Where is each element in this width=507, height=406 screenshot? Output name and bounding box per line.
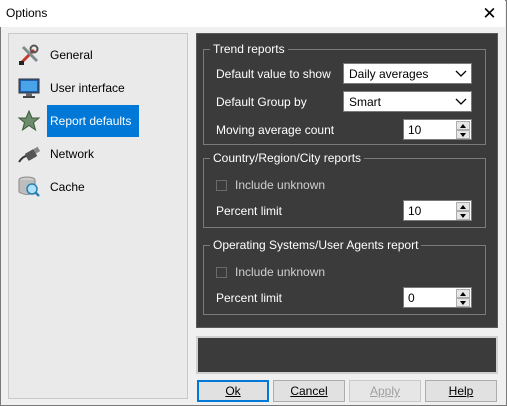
ok-button-label: Ok [225,384,241,398]
country-percent-limit-stepper[interactable]: 10 [403,200,472,221]
default-group-label: Default Group by [216,95,307,109]
help-button[interactable]: Help [425,380,497,402]
nav-item-user-interface[interactable]: User interface [9,72,187,104]
stepper-buttons [456,121,470,139]
database-search-icon [18,176,40,197]
apply-button-label: Apply [369,384,401,398]
tools-icon [19,44,39,65]
close-icon[interactable]: ✕ [474,0,505,27]
nav-item-network[interactable]: Network [9,138,187,170]
decrement-button[interactable] [456,211,470,220]
ok-button[interactable]: Ok [197,380,269,402]
apply-button[interactable]: Apply [349,380,421,402]
nav-label-cache: Cache [50,180,85,194]
moving-average-stepper[interactable]: 10 [403,119,472,140]
category-list: General User interface Report defaults N… [8,33,188,399]
nav-item-cache[interactable]: Cache [9,171,187,203]
country-percent-limit-label: Percent limit [216,204,283,218]
title-bar: Options ✕ [0,0,505,27]
trend-reports-legend: Trend reports [210,42,288,56]
description-box [196,336,498,374]
nav-label-network: Network [50,147,95,161]
country-reports-legend: Country/Region/City reports [210,151,365,165]
decrement-button[interactable] [456,298,470,307]
help-button-label: Help [448,384,474,398]
report-defaults-panel: Trend reports Default value to show Dail… [196,33,498,328]
stepper-buttons [456,289,470,307]
nav-label-general: General [50,48,93,62]
nav-item-report-defaults[interactable]: Report defaults [9,105,187,137]
default-value-select[interactable]: Daily averages [343,63,472,84]
moving-average-label: Moving average count [216,123,335,137]
cancel-button[interactable]: Cancel [273,380,345,402]
os-reports-legend: Operating Systems/User Agents report [210,238,422,252]
nav-label-report-defaults: Report defaults [50,114,132,128]
default-group-select[interactable]: Smart [343,91,472,112]
network-cable-icon [18,146,41,163]
monitor-icon [18,78,40,98]
cancel-button-label: Cancel [290,384,328,398]
os-percent-limit-value: 0 [408,291,415,305]
os-include-unknown-checkbox[interactable] [216,267,227,278]
stepper-buttons [456,202,470,220]
country-include-unknown-checkbox[interactable] [216,180,227,191]
default-group-selected: Smart [349,95,382,109]
chevron-down-icon [455,70,467,77]
increment-button[interactable] [456,121,470,130]
increment-button[interactable] [456,289,470,298]
increment-button[interactable] [456,202,470,211]
nav-label-user-interface: User interface [50,81,125,95]
os-include-unknown-label: Include unknown [235,265,326,279]
default-value-selected: Daily averages [349,67,429,81]
country-percent-limit-value: 10 [408,204,422,218]
star-report-icon [17,109,41,132]
os-percent-limit-stepper[interactable]: 0 [403,287,472,308]
nav-item-general[interactable]: General [9,39,187,71]
window-title: Options [6,6,48,20]
os-percent-limit-label: Percent limit [216,291,283,305]
chevron-down-icon [455,98,467,105]
country-include-unknown-label: Include unknown [235,178,326,192]
default-value-label: Default value to show [216,67,331,81]
moving-average-value: 10 [408,123,422,137]
decrement-button[interactable] [456,130,470,139]
